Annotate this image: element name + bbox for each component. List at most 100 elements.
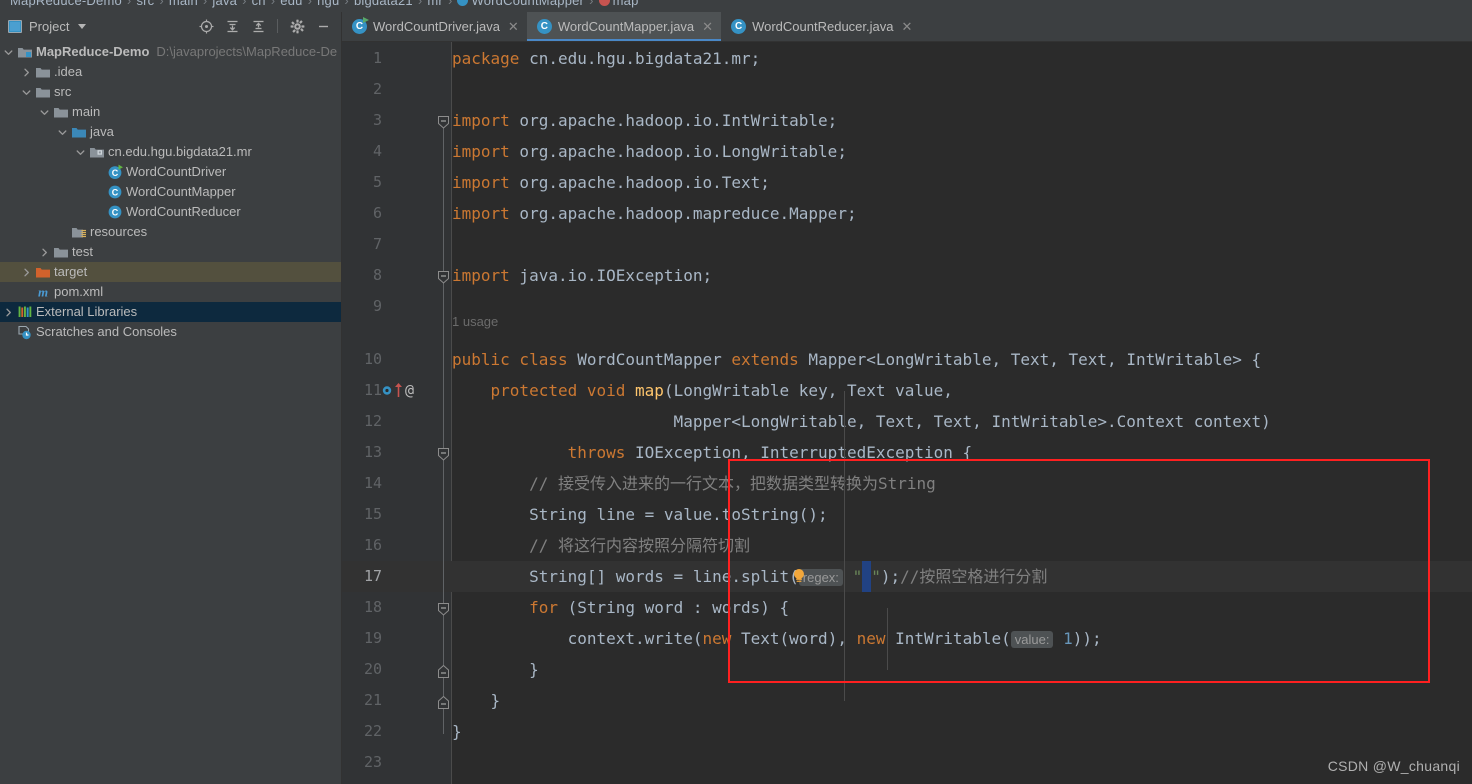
breadcrumb-item[interactable]: mr (427, 0, 443, 8)
intention-bulb-icon[interactable] (792, 568, 806, 584)
fold-marker-collapse-icon[interactable] (438, 446, 449, 461)
tree-item-label: External Libraries (36, 304, 138, 319)
breadcrumb-item[interactable]: edu (280, 0, 302, 8)
breadcrumb-separator: › (307, 0, 313, 8)
code-line-14: // 接受传入进来的一行文本，把数据类型转换为String (529, 474, 936, 493)
fold-marker-expand-icon[interactable] (438, 663, 449, 678)
fold-marker-collapse-icon[interactable] (438, 601, 449, 616)
line-number: 19 (363, 629, 382, 647)
tree-item-target[interactable]: target (0, 262, 341, 282)
fold-marker-collapse-icon[interactable] (438, 269, 449, 284)
tree-item-src[interactable]: src (0, 82, 341, 102)
code-line-11: protected void map(LongWritable key, Tex… (490, 381, 953, 400)
tree-item-java[interactable]: java (0, 122, 341, 142)
tree-item-label: target (54, 264, 88, 279)
tree-item-pom-xml[interactable]: m pom.xml (0, 282, 341, 302)
breadcrumb-separator: › (589, 0, 594, 8)
breadcrumb-item[interactable]: java (212, 0, 237, 8)
editor-tab-label: WordCountReducer.java (752, 19, 894, 34)
code-line-12: Mapper<LongWritable, Text, Text, IntWrit… (452, 412, 1271, 431)
breadcrumb-item[interactable]: main (169, 0, 198, 8)
annotation-at-icon[interactable]: @ (405, 381, 414, 399)
tree-item-wordcountdriver[interactable]: C WordCountDriver (0, 162, 341, 182)
watermark-text: CSDN @W_chuanqi (1327, 758, 1460, 774)
breadcrumb-item[interactable]: cn (252, 0, 266, 8)
close-icon[interactable]: ✕ (901, 20, 912, 33)
tree-item-mapreduce-demo[interactable]: MapReduce-Demo D:\javaprojects\MapReduce-… (0, 42, 341, 62)
expand-all-icon[interactable] (224, 18, 240, 34)
project-panel-toolbar (198, 18, 337, 34)
settings-gear-icon[interactable] (289, 18, 305, 34)
breadcrumb-item[interactable]: src (136, 0, 154, 8)
code-line-18: for (String word : words) { (529, 598, 790, 617)
chevron-down-icon[interactable] (0, 48, 16, 57)
tree-item-main[interactable]: main (0, 102, 341, 122)
breadcrumb[interactable]: MapReduce-Demo › src › main › java › cn › edu › hgu ›… (0, 0, 1472, 12)
project-panel-title-group[interactable]: Project (8, 19, 198, 34)
tree-item-wordcountmapper[interactable]: C WordCountMapper (0, 182, 341, 202)
tree-item-wordcountreducer[interactable]: C WordCountReducer (0, 202, 341, 222)
scratches-icon (16, 325, 34, 340)
line-number: 7 (372, 235, 382, 253)
tree-item-label: java (90, 124, 114, 139)
chevron-right-icon[interactable] (36, 248, 52, 257)
close-icon[interactable]: ✕ (508, 20, 519, 33)
editor-tab-wordcountreducer[interactable]: C WordCountReducer.java ✕ (721, 12, 920, 41)
editor-area: C WordCountDriver.java ✕ C WordCountMapper.j… (342, 12, 1472, 784)
tree-item-label: Scratches and Consoles (36, 324, 177, 339)
code-editor[interactable]: 1 2 3 4 5 6 7 8 9 10 11 12 13 14 15 16 17 18 19 20 21 22 23 1 … (342, 42, 1472, 784)
project-view-icon (8, 19, 22, 33)
line-number: 5 (372, 173, 382, 191)
collapse-all-icon[interactable] (250, 18, 266, 34)
tree-item-scratches-and-consoles[interactable]: Scratches and Consoles (0, 322, 341, 342)
breadcrumb-separator: › (447, 0, 453, 8)
editor-tab-label: WordCountMapper.java (557, 19, 695, 34)
project-tree[interactable]: MapReduce-Demo D:\javaprojects\MapReduce-… (0, 40, 341, 784)
tree-item-external-libraries[interactable]: External Libraries (0, 302, 341, 322)
usage-inlay-hint[interactable]: 1 usage (452, 311, 498, 333)
folder-icon (34, 65, 52, 79)
hide-icon[interactable] (315, 18, 331, 34)
tree-item-idea[interactable]: .idea (0, 62, 341, 82)
project-panel-title: Project (29, 18, 70, 34)
chevron-down-icon[interactable] (54, 128, 70, 137)
chevron-right-icon[interactable] (18, 68, 34, 77)
code-line-10: public class WordCountMapper extends Map… (452, 350, 1262, 369)
breadcrumb-separator: › (159, 0, 164, 8)
folder-icon (52, 105, 70, 119)
tree-item-label: resources (90, 224, 148, 239)
chevron-down-icon[interactable] (72, 148, 88, 157)
line-number: 11 (363, 381, 382, 399)
breadcrumb-separator: › (417, 0, 423, 8)
breadcrumb-separator: › (270, 0, 276, 8)
line-number: 17 (363, 567, 382, 585)
package-icon (88, 145, 106, 159)
editor-tab-bar[interactable]: C WordCountDriver.java ✕ C WordCountMapper.j… (342, 12, 1472, 42)
override-arrow-icon[interactable] (394, 382, 403, 398)
resources-folder-icon (70, 225, 88, 239)
code-line-19: context.write(new Text(word), new IntWri… (452, 629, 1102, 648)
chevron-down-icon[interactable] (78, 23, 87, 29)
fold-marker-collapse-icon[interactable] (438, 114, 449, 129)
breadcrumb-item[interactable]: MapReduce-Demo (10, 0, 122, 8)
project-panel-header: Project (0, 12, 341, 40)
close-icon[interactable]: ✕ (702, 20, 713, 33)
code-line-17: String[] words = line.split(regex: " ");… (452, 561, 1047, 593)
chevron-down-icon[interactable] (36, 108, 52, 117)
breadcrumb-item[interactable]: WordCountMapper (471, 0, 584, 8)
tree-item-resources[interactable]: resources (0, 222, 341, 242)
fold-marker-expand-icon[interactable] (438, 694, 449, 709)
editor-tab-wordcountdriver[interactable]: C WordCountDriver.java ✕ (342, 12, 527, 41)
breadcrumb-item[interactable]: hgu (317, 0, 339, 8)
breadcrumb-item[interactable]: map (613, 0, 639, 8)
tree-item-test[interactable]: test (0, 242, 341, 262)
editor-tab-wordcountmapper[interactable]: C WordCountMapper.java ✕ (526, 12, 722, 41)
chevron-right-icon[interactable] (0, 308, 16, 317)
breadcrumb-item[interactable]: bigdata21 (354, 0, 413, 8)
select-opened-file-icon[interactable] (198, 18, 214, 34)
chevron-right-icon[interactable] (18, 268, 34, 277)
tree-item-cn-edu-hgu-bigdata21-mr[interactable]: cn.edu.hgu.bigdata21.mr (0, 142, 341, 162)
chevron-down-icon[interactable] (18, 88, 34, 97)
tree-item-label: MapReduce-Demo (36, 44, 150, 59)
code-line-8: import java.io.IOException; (452, 266, 713, 285)
